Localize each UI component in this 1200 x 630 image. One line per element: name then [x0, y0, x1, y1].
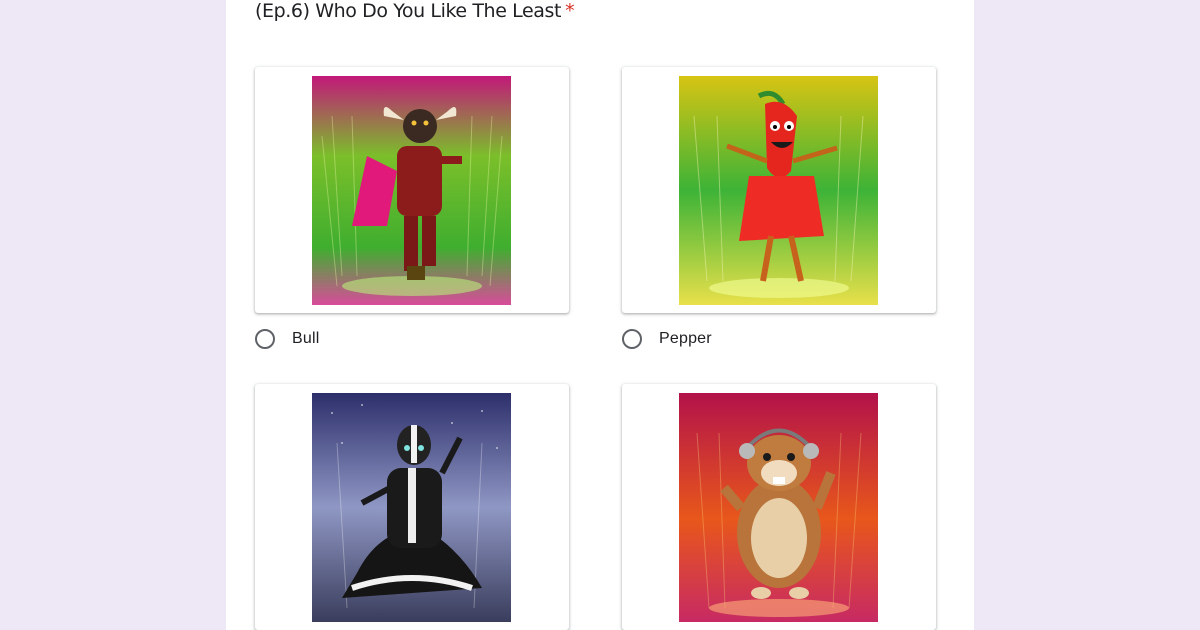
option-image-bull[interactable]	[255, 67, 569, 313]
option-label-bull: Bull	[292, 330, 320, 347]
option-image-hamster[interactable]	[622, 384, 936, 630]
skunk-costume-image	[312, 393, 511, 622]
radio-pepper[interactable]	[622, 329, 642, 349]
pepper-costume-image	[679, 76, 878, 305]
option-image-skunk[interactable]	[255, 384, 569, 630]
question-title-text: (Ep.6) Who Do You Like The Least	[255, 0, 562, 22]
form-page: (Ep.6) Who Do You Like The Least * Bull …	[0, 0, 1200, 630]
radio-bull[interactable]	[255, 329, 275, 349]
question-title: (Ep.6) Who Do You Like The Least *	[255, 0, 575, 22]
option-row-bull[interactable]: Bull	[255, 326, 319, 352]
option-image-pepper[interactable]	[622, 67, 936, 313]
hamster-costume-image	[679, 393, 878, 622]
option-row-pepper[interactable]: Pepper	[622, 326, 712, 352]
option-label-pepper: Pepper	[659, 330, 712, 347]
required-asterisk: *	[565, 0, 575, 22]
bull-costume-image	[312, 76, 511, 305]
